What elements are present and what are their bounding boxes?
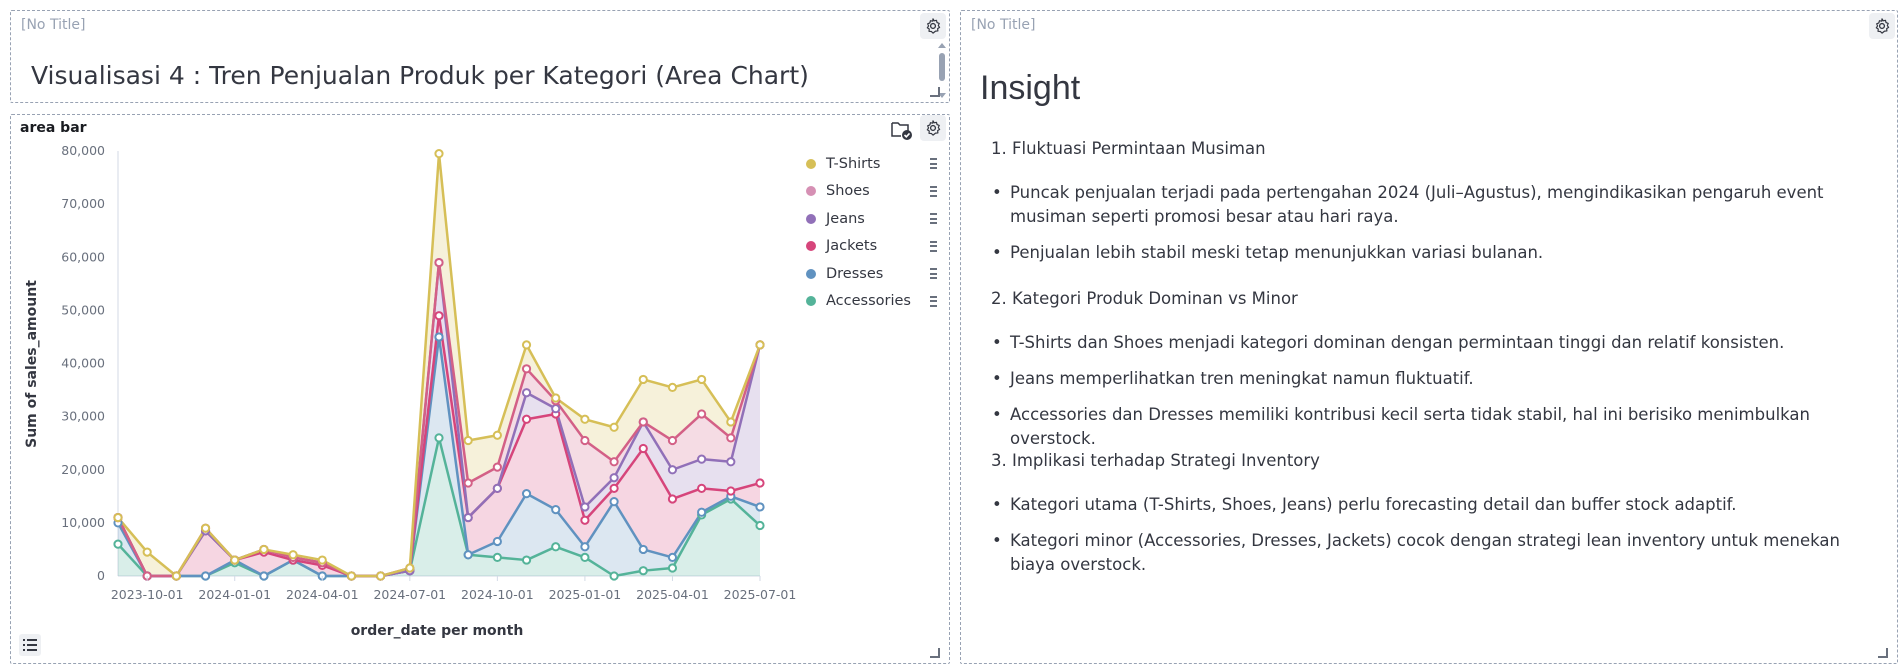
insight-panel: [No Title] Insight 1. Fluktuasi Perminta…: [960, 10, 1898, 664]
legend-color-dot: [806, 268, 816, 279]
title-panel: [No Title] Visualisasi 4 : Tren Penjuala…: [10, 10, 950, 103]
legend-item-menu-icon[interactable]: [930, 295, 938, 308]
legend-color-dot: [806, 241, 816, 252]
legend-item-accessories[interactable]: Accessories: [793, 288, 937, 316]
panel-untitled-label: [No Title]: [971, 17, 1036, 33]
legend-item-menu-icon[interactable]: [930, 268, 938, 280]
dashboard-title: Visualisasi 4 : Tren Penjualan Produk pe…: [31, 61, 809, 90]
insight-heading: Insight: [980, 69, 1081, 107]
insight-section-title: 2. Kategori Produk Dominan vs Minor: [991, 289, 1298, 308]
insight-bullet: Puncak penjualan terjadi pada pertengaha…: [992, 181, 1880, 229]
gear-icon[interactable]: [1869, 13, 1895, 39]
insight-bullet: T-Shirts dan Shoes menjadi kategori domi…: [992, 331, 1880, 355]
legend-item-shoes[interactable]: Shoes: [793, 178, 937, 206]
legend-label: Dresses: [826, 265, 884, 282]
legend-color-dot: [806, 296, 816, 307]
insight-bullet: Penjualan lebih stabil meski tetap menun…: [992, 241, 1880, 265]
save-check-icon[interactable]: [889, 118, 913, 142]
resize-handle[interactable]: [1878, 648, 1888, 658]
legend-toggle-icon[interactable]: [19, 634, 41, 656]
gear-icon[interactable]: [920, 115, 946, 141]
legend-item-jackets[interactable]: Jackets: [793, 233, 937, 261]
insight-bullet: Accessories dan Dresses memiliki kontrib…: [992, 403, 1880, 451]
chart-legend: T-Shirts Shoes Jeans Jackets Dresses Accessor…: [793, 150, 937, 316]
legend-label: Shoes: [826, 183, 870, 200]
resize-handle[interactable]: [930, 648, 940, 658]
legend-color-dot: [806, 158, 816, 169]
insight-section-title: 1. Fluktuasi Permintaan Musiman: [991, 139, 1266, 158]
legend-color-dot: [806, 213, 816, 224]
insight-bullet: Kategori utama (T-Shirts, Shoes, Jeans) …: [992, 493, 1880, 517]
gear-icon[interactable]: [920, 13, 946, 39]
legend-item-menu-icon[interactable]: [930, 240, 938, 253]
panel-untitled-label: [No Title]: [21, 17, 86, 33]
legend-item-menu-icon[interactable]: [930, 213, 938, 225]
legend-item-menu-icon[interactable]: [930, 158, 938, 170]
insight-bullet: Jeans memperlihatkan tren meningkat namu…: [992, 367, 1880, 391]
legend-color-dot: [806, 186, 816, 197]
legend-item-dresses[interactable]: Dresses: [793, 260, 937, 288]
legend-item-menu-icon[interactable]: [930, 185, 938, 198]
scrollbar-thumb[interactable]: [939, 53, 945, 81]
insight-section-title: 3. Implikasi terhadap Strategi Inventory: [991, 451, 1320, 470]
resize-handle[interactable]: [930, 87, 940, 97]
legend-label: Jackets: [826, 238, 878, 255]
insight-bullet: Kategori minor (Accessories, Dresses, Ja…: [992, 529, 1880, 577]
legend-item-t-shirts[interactable]: T-Shirts: [793, 150, 937, 178]
chart-title: area bar: [20, 120, 87, 136]
legend-label: Jeans: [826, 210, 865, 227]
legend-label: Accessories: [826, 293, 911, 310]
legend-label: T-Shirts: [826, 155, 881, 172]
legend-item-jeans[interactable]: Jeans: [793, 205, 937, 233]
